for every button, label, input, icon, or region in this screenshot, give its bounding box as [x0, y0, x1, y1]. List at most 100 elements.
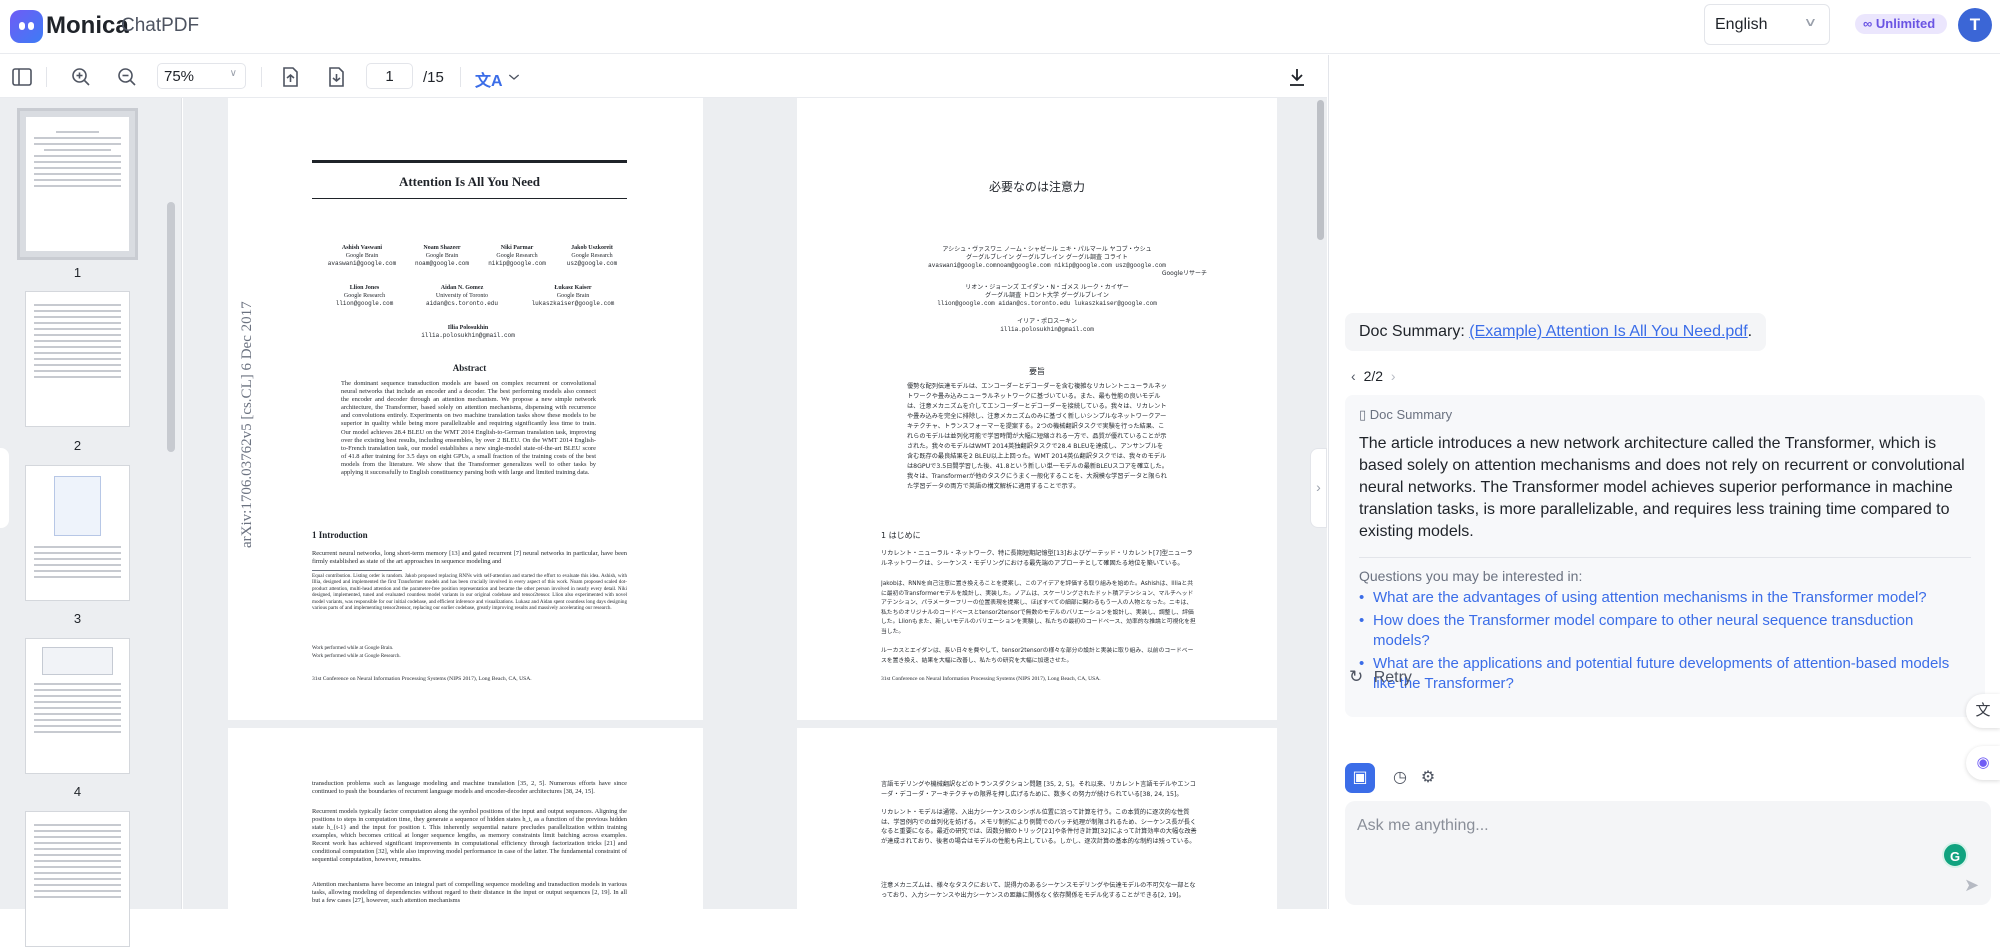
pdf-page-translated: 必要なのは注意力 アシシュ・ヴァスワニ ノーム・シャゼール ニキ・パルマール ヤ… — [797, 98, 1277, 720]
thumbnail-label: 3 — [73, 611, 82, 626]
response-divider — [1359, 557, 1971, 558]
translated-author-line: illia.polosukhin@gmail.com — [1000, 326, 1094, 333]
translated-author-line: リオン・ジョーンズ エイダン・N・ゴメス ルーク・カイザー — [965, 284, 1129, 291]
footnote-text: Equal contribution. Listing order is ran… — [312, 573, 627, 612]
author-email: llion@google.com — [335, 300, 394, 307]
title-rule — [312, 198, 627, 199]
page-thumbnail[interactable] — [25, 291, 130, 427]
chevron-down-icon: ∨ — [1803, 15, 1818, 29]
response-header: ▯ Doc Summary — [1359, 407, 1971, 423]
refresh-icon: ↻ — [1349, 667, 1364, 686]
book-icon: ▯ — [1359, 407, 1367, 422]
avatar[interactable]: T — [1958, 8, 1992, 42]
viewer-scrollbar[interactable] — [1317, 100, 1324, 240]
chevron-left-icon[interactable]: ‹ — [1351, 368, 1356, 384]
plan-badge-label: Unlimited — [1875, 16, 1936, 31]
suggested-question[interactable]: What are the applications and potential … — [1359, 654, 1971, 694]
zoom-value: 75% — [164, 68, 195, 85]
author-email: noam@google.com — [414, 260, 469, 267]
author-name: Jakob Uszkoreit — [571, 245, 613, 251]
plan-badge[interactable]: ∞ Unlimited — [1855, 14, 1947, 34]
author-name: Łukasz Kaiser — [554, 285, 592, 291]
author-block: Jakob Uszkoreit Google Research usz@google… — [552, 244, 632, 268]
product-name: ChatPDF — [121, 15, 200, 36]
previous-page-icon[interactable] — [278, 65, 302, 89]
response-pager: ‹ 2/2 › — [1351, 368, 1396, 384]
paragraph-text: transduction problems such as language m… — [312, 780, 627, 795]
send-icon[interactable]: ➤ — [1964, 875, 1979, 896]
page-thumbnail[interactable] — [25, 811, 130, 947]
next-page-icon[interactable] — [324, 65, 348, 89]
summary-doc-link[interactable]: (Example) Attention Is All You Need.pdf — [1469, 323, 1747, 340]
zoom-select[interactable]: 75% ∨ — [157, 63, 246, 89]
suggested-question[interactable]: How does the Transformer model compare t… — [1359, 611, 1971, 651]
author-name: Llion Jones — [349, 285, 380, 291]
thumbnail-label: 4 — [73, 784, 82, 799]
translate-icon[interactable]: 文A — [475, 67, 503, 91]
footnote-text: Work performed while at Google Research. — [312, 653, 401, 659]
infinity-icon: ∞ — [1863, 16, 1873, 31]
translated-authors: アシシュ・ヴァスワニ ノーム・シャゼール ニキ・パルマール ヤコブ・ウシュ グー… — [887, 246, 1207, 334]
pdf-page-original: transduction problems such as language m… — [228, 728, 703, 909]
language-select[interactable]: English ∨ — [1704, 4, 1830, 45]
translated-author-line: イリア・ポロスーキン — [1017, 318, 1077, 325]
arxiv-stamp: arXiv:1706.03762v5 [cs.CL] 6 Dec 2017 — [239, 301, 255, 548]
translated-intro-heading: 1 はじめに — [881, 531, 921, 540]
response-text: The article introduces a new network arc… — [1359, 435, 1965, 540]
history-icon[interactable]: ◷ — [1385, 763, 1415, 793]
translated-footnote: ルーカスとエイダンは、長い日々を費やして、tensor2tensorの様々な部分… — [881, 648, 1194, 664]
toolbar-divider — [261, 67, 262, 87]
thumbnail-collapse-tab[interactable] — [0, 448, 9, 528]
monica-logo-icon[interactable] — [10, 10, 43, 43]
thumbnail-sidebar: 1 2 3 4 — [0, 98, 182, 947]
response-page-indicator: 2/2 — [1363, 368, 1384, 384]
suggested-question[interactable]: What are the advantages of using attenti… — [1359, 588, 1971, 608]
author-block: Illia Polosukhin illia.polosukhin@gmail.c… — [408, 324, 528, 340]
suggested-questions: What are the advantages of using attenti… — [1359, 588, 1971, 694]
retry-button[interactable]: ↻ Retry — [1349, 667, 1412, 687]
author-affiliation: University of Toronto — [435, 293, 489, 299]
pdf-page-translated: 言語モデリングや機械翻訳などのトランスダクション問題 [35, 2, 5]。それ… — [797, 728, 1277, 909]
thumbnail-scrollbar[interactable] — [167, 202, 175, 452]
author-email: usz@google.com — [566, 260, 618, 267]
settings-icon[interactable]: ⚙ — [1413, 763, 1443, 793]
page-thumbnail[interactable] — [25, 465, 130, 601]
retry-label: Retry — [1373, 669, 1412, 686]
monica-float-icon[interactable]: ◉ — [1966, 746, 2000, 780]
model-select-icon[interactable]: G — [1942, 842, 1968, 868]
author-email: aidan@cs.toronto.edu — [425, 300, 498, 307]
zoom-in-icon[interactable] — [69, 65, 93, 89]
toolbox-icon[interactable]: ▣ — [1345, 763, 1375, 793]
translate-float-icon[interactable]: 文 — [1966, 694, 2000, 728]
translated-paragraph: 言語モデリングや機械翻訳などのトランスダクション問題 [35, 2, 5]。それ… — [881, 781, 1196, 798]
translated-author-line: llion@google.com aidan@cs.toronto.edu lu… — [937, 300, 1157, 307]
brand-name[interactable]: Monica — [46, 12, 129, 40]
sidebar-toggle-icon[interactable] — [10, 65, 34, 89]
pdf-viewer: arXiv:1706.03762v5 [cs.CL] 6 Dec 2017 At… — [183, 98, 1327, 909]
author-email: lukaszkaiser@google.com — [531, 300, 615, 307]
abstract-text: The dominant sequence transduction model… — [341, 380, 596, 477]
page-thumbnail[interactable] — [25, 638, 130, 774]
toolbar-divider — [460, 67, 461, 87]
download-icon[interactable] — [1285, 65, 1309, 89]
chat-input[interactable] — [1345, 801, 1991, 905]
chat-panel: Doc Summary: (Example) Attention Is All … — [1328, 55, 2000, 909]
translated-author-line: アシシュ・ヴァスワニ ノーム・シャゼール ニキ・パルマール ヤコブ・ウシュ — [942, 246, 1152, 253]
figure-diagram — [54, 476, 101, 536]
translated-conference-note: 31st Conference on Neural Information Pr… — [881, 676, 1101, 682]
title-rule — [312, 160, 627, 163]
language-select-value: English — [1715, 16, 1768, 33]
page-number-input[interactable]: 1 — [366, 63, 413, 89]
page-thumbnail[interactable] — [17, 108, 138, 260]
translated-author-line: avaswani@google.comnoam@google.com nikip… — [928, 262, 1166, 269]
chat-collapse-tab[interactable]: › — [1310, 448, 1327, 528]
pdf-page-original: arXiv:1706.03762v5 [cs.CL] 6 Dec 2017 At… — [228, 98, 703, 720]
author-email: nikip@google.com — [488, 260, 546, 267]
author-block: Łukasz Kaiser Google Brain lukaszkaiser@go… — [518, 284, 628, 308]
chevron-down-icon[interactable] — [506, 69, 530, 93]
zoom-out-icon[interactable] — [115, 65, 139, 89]
summary-suffix: . — [1747, 323, 1753, 340]
chevron-right-icon[interactable]: › — [1391, 368, 1396, 384]
intro-text: Recurrent neural networks, long short-te… — [312, 550, 627, 565]
author-block: Aidan N. Gomez University of Toronto aidan… — [412, 284, 512, 308]
